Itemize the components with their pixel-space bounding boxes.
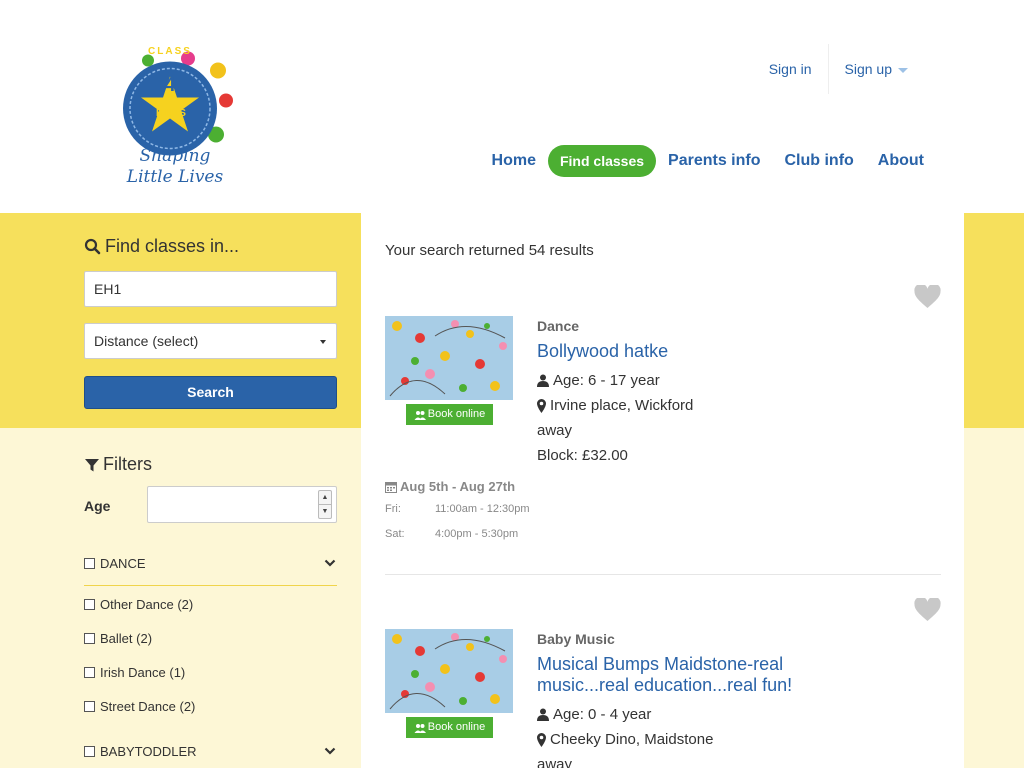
nav-find-classes[interactable]: Find classes <box>547 145 657 177</box>
class-title-link[interactable]: Bollywood hatke <box>537 341 877 362</box>
filter-icon <box>85 458 99 471</box>
book-online-button[interactable]: Book online <box>406 404 493 425</box>
checkbox[interactable] <box>84 599 95 610</box>
location-input[interactable]: EH1 <box>84 271 337 307</box>
filter-item-label: Other Dance (2) <box>100 597 194 612</box>
filter-item-irish-dance[interactable]: Irish Dance (1) <box>84 665 185 680</box>
nav-home[interactable]: Home <box>480 146 548 176</box>
checkbox[interactable] <box>84 701 95 712</box>
spinner-down-icon[interactable]: ▼ <box>319 505 331 519</box>
user-icon <box>537 708 549 721</box>
schedule-time: 4:00pm - 5:30pm <box>435 528 519 540</box>
checkbox[interactable] <box>84 667 95 678</box>
map-marker-icon <box>537 732 546 747</box>
calendar-icon <box>385 481 397 493</box>
search-heading-text: Find classes in... <box>105 236 240 256</box>
book-online-button[interactable]: Book online <box>406 717 493 738</box>
right-band-yellow <box>964 213 1024 428</box>
class-dates-text: Aug 5th - Aug 27th <box>400 479 516 494</box>
class-location: Irvine place, Wickford <box>537 397 693 414</box>
checkbox[interactable] <box>84 633 95 644</box>
spinner-up-icon[interactable]: ▲ <box>319 491 331 505</box>
sign-up-label: Sign up <box>844 61 892 77</box>
search-heading: Find classes in... <box>84 236 239 257</box>
site-header: CLASS 4 KIDS Shaping Little Lives Sign i… <box>0 0 1024 213</box>
class-thumbnail-image <box>385 316 513 400</box>
class-thumbnail-image <box>385 629 513 713</box>
logo-tagline: Shaping Little Lives <box>110 146 240 188</box>
category-divider <box>84 585 337 586</box>
filter-category-label: DANCE <box>100 556 146 571</box>
tagline-line2: Little Lives <box>126 167 224 187</box>
class-title-link[interactable]: Musical Bumps Maidstone-real music...rea… <box>537 654 877 696</box>
filters-heading-text: Filters <box>103 454 152 474</box>
schedule-time: 11:00am - 12:30pm <box>435 503 530 515</box>
account-links: Sign in Sign up <box>753 44 924 94</box>
class-category: Baby Music <box>537 631 615 647</box>
filter-item-other-dance[interactable]: Other Dance (2) <box>84 597 193 612</box>
logo-text-bottom: KIDS <box>156 108 188 119</box>
class-distance: away <box>537 756 573 768</box>
nav-about[interactable]: About <box>866 146 936 176</box>
map-marker-icon <box>537 398 546 413</box>
class-location-text: Cheeky Dino, Maidstone <box>550 731 714 748</box>
class-category: Dance <box>537 318 580 334</box>
age-input[interactable]: ▲ ▼ <box>147 486 337 523</box>
class-age: Age: 6 - 17 year <box>537 372 660 389</box>
class-price: Block: £32.00 <box>537 447 628 464</box>
class-age-text: Age: 0 - 4 year <box>553 706 652 723</box>
age-spinner[interactable]: ▲ ▼ <box>318 490 332 519</box>
results-count: Your search returned 54 results <box>385 242 594 259</box>
class-location-text: Irvine place, Wickford <box>550 397 694 414</box>
class-dates: Aug 5th - Aug 27th <box>385 479 515 494</box>
distance-select[interactable]: Distance (select) <box>84 323 337 359</box>
tagline-line1: Shaping <box>139 146 211 166</box>
chevron-down-icon[interactable] <box>324 745 336 757</box>
class-age: Age: 0 - 4 year <box>537 706 651 723</box>
schedule-day: Sat: <box>385 528 405 540</box>
logo-text-top: CLASS <box>148 46 192 57</box>
schedule-day: Fri: <box>385 503 401 515</box>
chevron-down-icon[interactable] <box>324 557 336 569</box>
class-distance: away <box>537 422 573 439</box>
filter-category-dance[interactable]: DANCE <box>84 556 146 571</box>
group-icon <box>414 723 426 733</box>
result-divider <box>385 574 941 575</box>
right-band-light <box>964 428 1024 768</box>
favourite-heart-icon[interactable] <box>914 285 941 309</box>
class-thumbnail[interactable] <box>385 316 513 400</box>
nav-parents-info[interactable]: Parents info <box>656 146 772 176</box>
sign-up-link[interactable]: Sign up <box>829 61 924 77</box>
logo-number: 4 <box>164 74 176 96</box>
caret-down-icon <box>898 67 908 73</box>
user-icon <box>537 374 549 387</box>
search-icon <box>84 238 101 255</box>
book-online-label: Book online <box>427 721 486 733</box>
filter-item-label: Street Dance (2) <box>100 699 196 714</box>
group-icon <box>414 410 426 420</box>
filters-heading: Filters <box>84 454 152 475</box>
search-button[interactable]: Search <box>84 376 337 409</box>
select-arrow-icon <box>320 340 326 344</box>
class-age-text: Age: 6 - 17 year <box>553 372 660 389</box>
favourite-heart-icon[interactable] <box>914 598 941 622</box>
checkbox[interactable] <box>84 746 95 757</box>
distance-select-value: Distance (select) <box>94 333 199 349</box>
filter-item-ballet[interactable]: Ballet (2) <box>84 631 152 646</box>
book-online-label: Book online <box>427 408 486 420</box>
class-thumbnail[interactable] <box>385 629 513 713</box>
filter-category-label: BABYTODDLER <box>100 744 197 759</box>
sign-in-link[interactable]: Sign in <box>753 61 828 77</box>
filter-item-label: Ballet (2) <box>100 631 153 646</box>
filter-item-street-dance[interactable]: Street Dance (2) <box>84 699 195 714</box>
filter-category-babytoddler[interactable]: BABYTODDLER <box>84 744 197 759</box>
filter-item-label: Irish Dance (1) <box>100 665 186 680</box>
checkbox[interactable] <box>84 558 95 569</box>
main-nav: Home Find classes Parents info Club info… <box>480 145 936 177</box>
nav-club-info[interactable]: Club info <box>772 146 865 176</box>
age-label: Age <box>84 498 111 514</box>
class-location: Cheeky Dino, Maidstone <box>537 731 713 748</box>
